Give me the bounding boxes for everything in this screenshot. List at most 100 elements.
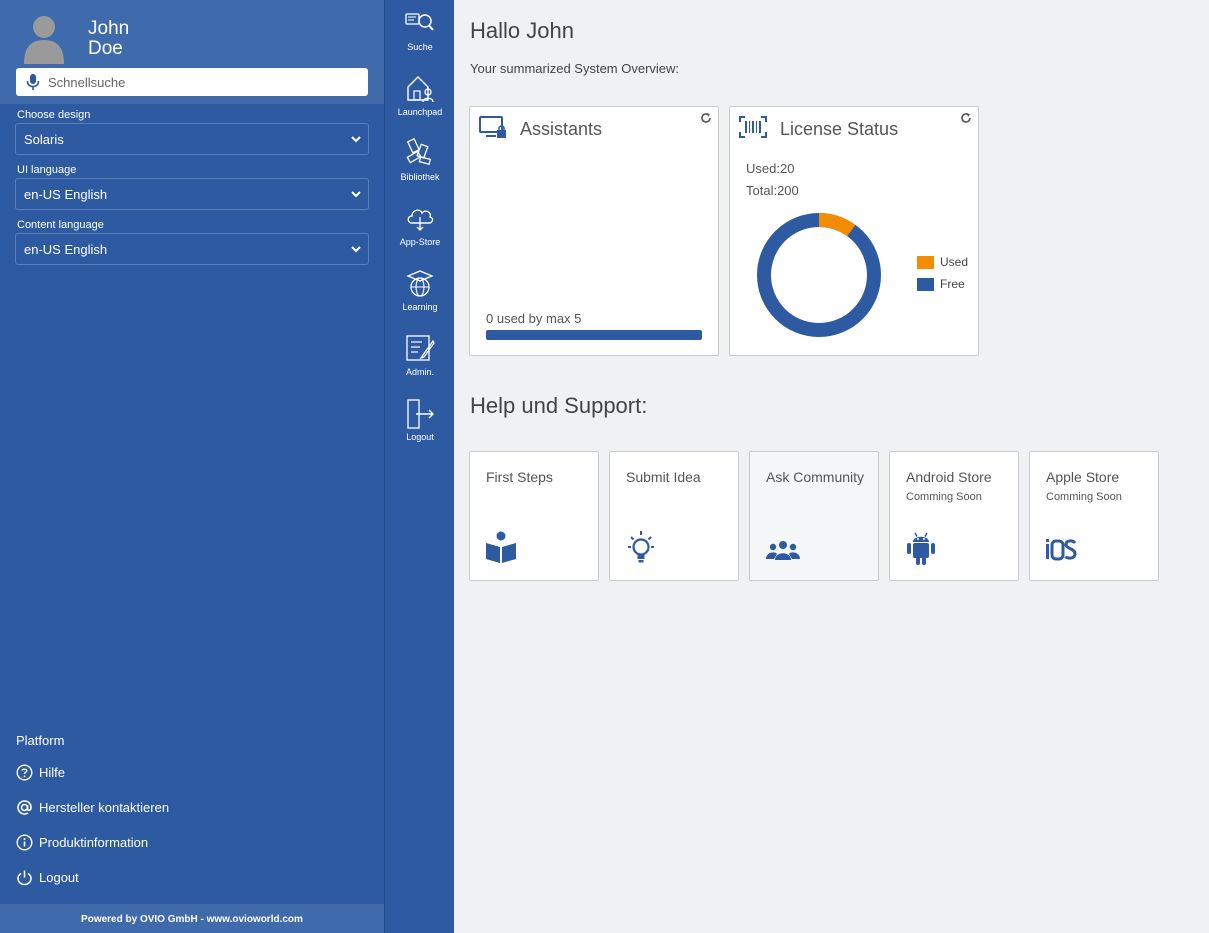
- chevron-down-icon: [351, 246, 361, 253]
- help-link-label: Hilfe: [39, 765, 66, 780]
- content-language-select[interactable]: en-US English: [15, 233, 369, 265]
- product-info-link[interactable]: Produktinformation: [16, 834, 148, 851]
- help-card-submit-idea[interactable]: Submit Idea: [609, 451, 739, 581]
- help-card-apple-store[interactable]: Apple Store Comming Soon: [1029, 451, 1159, 581]
- help-card-first-steps[interactable]: First Steps: [469, 451, 599, 581]
- info-circle-icon: [16, 834, 33, 851]
- legend-swatch-used: [917, 255, 934, 269]
- nav-label-logout: Logout: [406, 432, 434, 442]
- license-total-text: Total:200: [746, 183, 799, 198]
- assistants-card[interactable]: Assistants 0 used by max 5: [469, 106, 719, 356]
- help-card-subtitle: Comming Soon: [906, 491, 982, 503]
- nav-label-learning: Learning: [402, 302, 438, 312]
- help-card-ask-community[interactable]: Ask Community: [749, 451, 879, 581]
- left-panel: John Doe Choose design Solaris UI langua…: [0, 0, 384, 933]
- nav-item-app-store[interactable]: App-Store: [385, 203, 455, 263]
- content-language-value: en-US English: [24, 241, 108, 257]
- help-link[interactable]: Hilfe: [16, 764, 65, 781]
- legend-swatch-free: [917, 277, 934, 291]
- overview-subtitle: Your summarized System Overview:: [470, 61, 680, 76]
- help-card-title: Ask Community: [766, 469, 865, 485]
- help-card-title: Apple Store: [1046, 469, 1120, 485]
- library-icon: [406, 138, 432, 165]
- contact-vendor-link[interactable]: Hersteller kontaktieren: [16, 799, 169, 816]
- content-language-label: Content language: [17, 219, 104, 231]
- nav-item-logout[interactable]: Logout: [385, 398, 455, 458]
- ui-language-select[interactable]: en-US English: [15, 178, 369, 210]
- ui-language-label: UI language: [17, 164, 77, 176]
- legend-free: Free: [917, 277, 965, 291]
- avatar[interactable]: [22, 14, 66, 64]
- greeting-title: Hallo John: [470, 18, 574, 43]
- footer: Powered by OVIO GmbH - www.ovioworld.com: [0, 904, 384, 933]
- user-header: John Doe: [0, 0, 384, 104]
- barcode-icon: [739, 116, 767, 138]
- chevron-down-icon: [351, 136, 361, 143]
- main-content: Hallo John Your summarized System Overvi…: [454, 0, 1209, 933]
- monitor-lock-icon: [479, 116, 506, 138]
- refresh-icon[interactable]: [960, 112, 972, 124]
- users-icon: [766, 541, 800, 560]
- assistants-progress-fill: [486, 330, 702, 340]
- nav-label-launchpad: Launchpad: [397, 107, 443, 117]
- nav-item-launchpad[interactable]: Launchpad: [385, 73, 455, 133]
- android-icon: [907, 532, 935, 565]
- donut-used-segment: [818, 213, 856, 237]
- user-last-name: Doe: [88, 38, 123, 59]
- help-card-android-store[interactable]: Android Store Comming Soon: [889, 451, 1019, 581]
- refresh-icon[interactable]: [700, 112, 712, 124]
- license-used-text: Used:20: [746, 161, 795, 176]
- donut-free-segment: [757, 213, 881, 337]
- design-label: Choose design: [17, 109, 91, 121]
- design-select-value: Solaris: [24, 131, 64, 147]
- license-donut-chart: [757, 213, 881, 337]
- search-input[interactable]: [48, 74, 348, 90]
- question-circle-icon: [16, 764, 33, 781]
- cloud-store-icon: [407, 209, 434, 231]
- assistants-usage-text: 0 used by max 5: [486, 311, 582, 326]
- power-icon: [17, 870, 32, 886]
- logout-link[interactable]: Logout: [16, 869, 79, 886]
- chevron-down-icon: [351, 191, 361, 198]
- launchpad-icon: [407, 76, 434, 103]
- legend-used: Used: [917, 255, 968, 269]
- nav-label-library: Bibliothek: [400, 172, 440, 182]
- at-sign-icon: [17, 800, 32, 815]
- contact-vendor-label: Hersteller kontaktieren: [39, 800, 170, 815]
- logout-icon: [407, 399, 434, 429]
- nav-item-admin[interactable]: Admin.: [385, 333, 455, 393]
- nav-label-search: Suche: [407, 42, 433, 52]
- microphone-icon[interactable]: [26, 74, 40, 90]
- product-info-label: Produktinformation: [39, 835, 149, 850]
- book-reader-icon: [486, 531, 516, 563]
- help-card-title: Android Store: [906, 469, 992, 485]
- user-first-name: John: [88, 18, 130, 39]
- help-card-title: Submit Idea: [626, 469, 701, 485]
- ui-language-value: en-US English: [24, 186, 108, 202]
- logout-link-label: Logout: [39, 870, 79, 885]
- license-title: License Status: [780, 119, 899, 139]
- nav-label-admin: Admin.: [405, 367, 434, 377]
- nav-item-library[interactable]: Bibliothek: [385, 138, 455, 198]
- help-card-subtitle: Comming Soon: [1046, 491, 1122, 503]
- license-status-card[interactable]: License Status Used:20 Total:200 Used Fr…: [729, 106, 979, 356]
- nav-item-search[interactable]: Suche: [385, 8, 455, 68]
- nav-item-learning[interactable]: Learning: [385, 268, 455, 328]
- search-icon: [405, 13, 434, 31]
- assistants-title: Assistants: [520, 119, 603, 139]
- platform-title: Platform: [16, 733, 65, 748]
- footer-text: Powered by OVIO GmbH - www.ovioworld.com: [81, 914, 303, 925]
- quick-search-box[interactable]: [16, 68, 368, 96]
- assistants-progress-bar: [486, 330, 702, 340]
- help-card-title: First Steps: [486, 469, 553, 485]
- legend-label-free: Free: [940, 277, 965, 291]
- learning-icon: [406, 270, 434, 297]
- design-select[interactable]: Solaris: [15, 123, 369, 155]
- legend-label-used: Used: [940, 255, 969, 269]
- admin-icon: [406, 335, 435, 361]
- lightbulb-icon: [628, 531, 654, 563]
- nav-column: Suche Launchpad Bibliothek App-Store Lea…: [384, 0, 454, 933]
- help-support-heading: Help und Support:: [470, 393, 648, 418]
- ios-icon: [1046, 539, 1077, 561]
- nav-label-app-store: App-Store: [399, 237, 441, 247]
